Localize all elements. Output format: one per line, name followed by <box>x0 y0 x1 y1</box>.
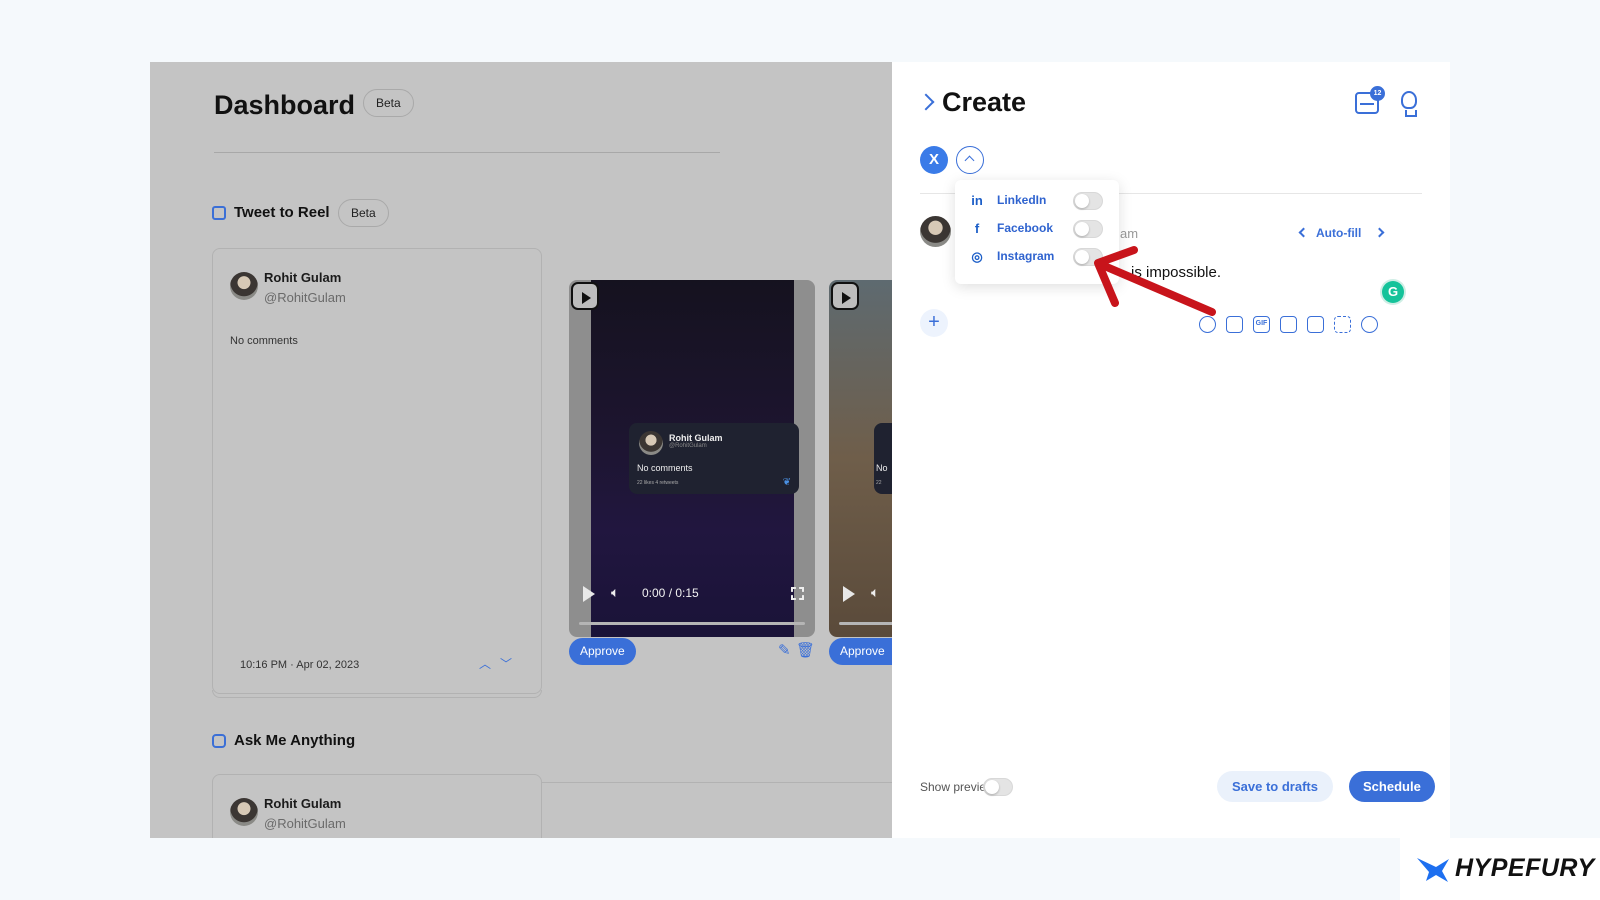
avatar <box>639 431 663 455</box>
reel-tweet-preview: No 22 <box>874 423 892 494</box>
add-tweet-button[interactable]: + <box>920 309 948 337</box>
volume-icon[interactable]: 🔈︎ <box>611 584 619 601</box>
approve-button[interactable]: Approve <box>829 638 892 665</box>
brand-name: HYPEFURY <box>1455 854 1595 882</box>
reel-tweet-preview: Rohit Gulam @RohitGulam No comments 22 l… <box>629 423 799 494</box>
chevron-left-icon[interactable] <box>1298 227 1309 238</box>
avatar <box>230 272 258 300</box>
emoji-icon[interactable] <box>1307 316 1324 333</box>
poll-icon[interactable] <box>1280 316 1297 333</box>
grammarly-icon[interactable]: G <box>1382 281 1404 303</box>
volume-icon[interactable]: 🔈︎ <box>871 584 879 601</box>
comments-text: No comments <box>230 335 298 347</box>
beta-badge: Beta <box>363 89 414 117</box>
trash-icon[interactable]: 🗑︎ <box>796 641 815 659</box>
beta-badge: Beta <box>338 199 389 227</box>
instagram-reel-icon <box>571 282 599 310</box>
dropdown-item-label: LinkedIn <box>997 193 1047 207</box>
dashboard-panel: Dashboard Beta Tweet to Reel Beta Rohit … <box>150 62 892 838</box>
gif-icon[interactable]: GIF <box>1253 316 1270 333</box>
facebook-toggle[interactable] <box>1073 220 1103 238</box>
avatar <box>230 798 258 826</box>
dropdown-item-facebook[interactable]: f Facebook <box>955 215 1119 243</box>
autofill-button[interactable]: Auto-fill <box>1316 226 1361 240</box>
fullscreen-icon[interactable] <box>791 587 804 600</box>
divider <box>542 782 892 783</box>
edit-icon[interactable]: ✎ <box>778 641 791 659</box>
annotation-arrow-icon <box>1094 246 1216 316</box>
image-icon[interactable] <box>1226 316 1243 333</box>
chevron-down-icon[interactable] <box>1361 316 1378 333</box>
instagram-icon: ◎ <box>971 249 983 264</box>
lightbulb-icon[interactable] <box>1401 91 1417 117</box>
video-progress-bar[interactable] <box>579 622 805 625</box>
preview-stats: 22 likes 4 retweets <box>637 480 679 486</box>
author-handle: @RohitGulam <box>264 290 346 305</box>
dropdown-item-linkedin[interactable]: in LinkedIn <box>955 187 1119 215</box>
reel-video-player-2[interactable]: No 22 🔈︎ <box>829 280 892 637</box>
reel-icon <box>212 206 226 220</box>
author-name: Rohit Gulam <box>264 270 342 285</box>
timestamp: 10:16 PM · Apr 02, 2023 <box>240 659 360 671</box>
play-icon[interactable] <box>843 586 855 602</box>
section-title-ask-me-anything: Ask Me Anything <box>234 732 356 749</box>
instagram-reel-icon <box>831 282 859 310</box>
preview-author-handle: @RohitGulam <box>669 443 707 449</box>
chevron-down-icon[interactable]: ﹀ <box>500 655 512 672</box>
author-handle: @RohitGulam <box>264 816 346 831</box>
preview-author-name: Rohit Gulam <box>669 433 723 443</box>
create-title: Create <box>942 87 1027 117</box>
chat-icon <box>212 734 226 748</box>
preview-comments: No <box>876 463 888 473</box>
show-preview-toggle[interactable] <box>983 778 1013 796</box>
page-title: Dashboard <box>214 90 356 120</box>
ama-card[interactable]: Rohit Gulam @RohitGulam <box>212 774 542 838</box>
brand-logo: HYPEFURY <box>1400 838 1600 900</box>
tweet-card[interactable]: Rohit Gulam @RohitGulam No comments 10:1… <box>212 248 542 694</box>
queue-count-badge: 12 <box>1370 86 1385 101</box>
create-panel: Create 12 X am Auto-fill is impossible. … <box>892 62 1450 838</box>
play-icon[interactable] <box>583 586 595 602</box>
twitter-bird-icon: ❦ <box>782 477 791 488</box>
divider <box>214 152 720 153</box>
video-time: 0:00 / 0:15 <box>642 586 699 600</box>
approve-button[interactable]: Approve <box>569 638 636 665</box>
dropdown-item-label: Instagram <box>997 249 1055 263</box>
facebook-icon: f <box>974 221 980 236</box>
linkedin-icon: in <box>971 193 983 208</box>
chevron-right-icon[interactable] <box>1374 227 1385 238</box>
reel-video-player[interactable]: Rohit Gulam @RohitGulam No comments 22 l… <box>569 280 815 637</box>
linkedin-toggle[interactable] <box>1073 192 1103 210</box>
grid-icon[interactable] <box>1334 316 1351 333</box>
card-stack-edge <box>212 690 542 698</box>
author-name: Rohit Gulam <box>264 796 342 811</box>
author-handle: am <box>1120 226 1139 241</box>
reel-video-frame: Rohit Gulam @RohitGulam No comments 22 l… <box>591 280 799 637</box>
x-network-button[interactable]: X <box>920 146 948 174</box>
hypefury-logo-icon <box>1417 858 1449 882</box>
schedule-button[interactable]: Schedule <box>1349 771 1435 802</box>
save-to-drafts-button[interactable]: Save to drafts <box>1217 771 1333 802</box>
chevron-up-icon <box>964 155 975 166</box>
chevron-up-icon[interactable]: ︿ <box>479 655 491 672</box>
networks-collapse-button[interactable] <box>956 146 984 174</box>
dropdown-item-label: Facebook <box>997 221 1054 235</box>
avatar <box>920 216 951 247</box>
preview-stats: 22 <box>876 480 882 486</box>
preview-comments: No comments <box>637 463 693 473</box>
video-progress-bar[interactable] <box>839 622 892 625</box>
chevron-right-icon[interactable] <box>917 93 935 111</box>
section-title-tweet-to-reel: Tweet to Reel <box>234 204 330 221</box>
